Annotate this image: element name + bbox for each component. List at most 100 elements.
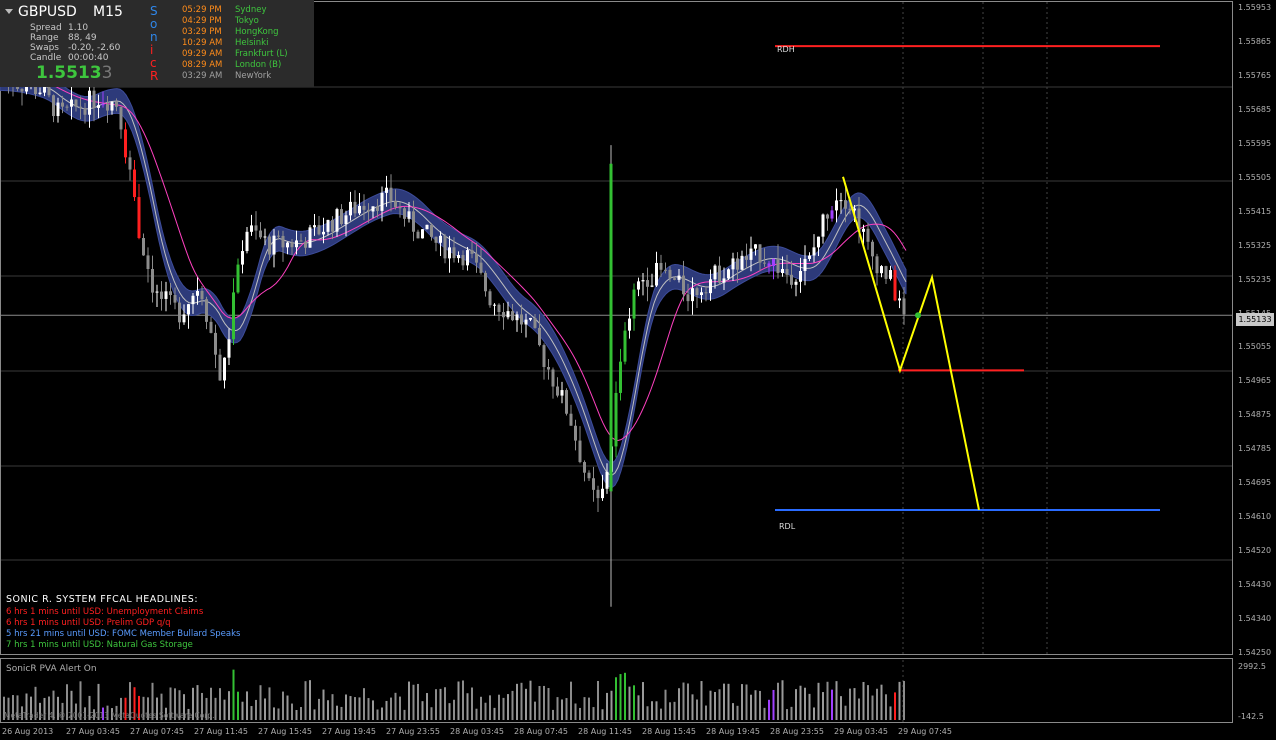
pva-indicator-title: SonicR PVA Alert On (6, 664, 97, 674)
candle-body (101, 104, 105, 106)
candle-body (200, 290, 204, 300)
time-tick-label: 28 Aug 07:45 (514, 727, 568, 736)
candle-body (587, 472, 591, 479)
candle-body (542, 345, 546, 368)
candle-body (142, 238, 145, 256)
headline-item: 6 hrs 1 mins until USD: Prelim GDP q/q (6, 618, 171, 628)
candle-body (277, 235, 280, 237)
candle-body (745, 255, 748, 260)
sonic-letter: o (150, 17, 158, 31)
headline-item: 7 hrs 1 mins until USD: Natural Gas Stor… (6, 640, 193, 650)
candle-body (110, 101, 114, 111)
candle-body (677, 275, 681, 280)
candle-body (124, 129, 127, 158)
candle-body (20, 88, 24, 92)
price-tick-label: 1.54965 (1238, 376, 1272, 386)
candle-body (250, 225, 253, 232)
price-tick-label: 1.54340 (1238, 614, 1272, 624)
candle-body (394, 201, 397, 208)
time-tick-label: 26 Aug 2013 (2, 727, 54, 736)
candle-body (281, 235, 285, 248)
price-main: 1.5513 (36, 63, 102, 83)
session-city: HongKong (235, 27, 279, 37)
candle-body (668, 269, 672, 279)
candle-body (862, 228, 865, 232)
candle-body (290, 242, 294, 248)
candle-body (511, 311, 514, 321)
candle-body (412, 211, 415, 232)
candle-body (605, 471, 609, 489)
candle-body (785, 269, 789, 275)
candle-body (74, 99, 78, 107)
price-tick-label: 1.55325 (1238, 240, 1272, 250)
candle-body (313, 225, 316, 228)
candle-body (547, 367, 550, 370)
candle-body (578, 440, 582, 463)
candle-body (466, 250, 469, 266)
candle-body (713, 265, 717, 280)
session-city: Sydney (235, 5, 267, 15)
candle-body (56, 102, 60, 117)
candle-body (533, 317, 537, 328)
symbol-info-panel: GBPUSD M15 Spread 1.10 Range 88, 49 Swaps -0.… (0, 0, 314, 87)
candle-body (232, 292, 235, 340)
sonic-letter: c (150, 56, 157, 70)
candle-body (880, 266, 883, 274)
time-tick-label: 28 Aug 23:55 (770, 727, 824, 736)
price-tick-label: 1.55235 (1238, 274, 1272, 284)
candle-body (637, 281, 640, 290)
rdl-label: RDL (779, 522, 796, 531)
time-tick-label: 27 Aug 11:45 (194, 727, 248, 736)
candle-body (700, 292, 703, 296)
price-tick-label: 1.54610 (1238, 512, 1272, 522)
session-time: 03:29 AM (182, 71, 223, 81)
price-tick-label: 1.54430 (1238, 580, 1272, 590)
session-time: 09:29 AM (182, 49, 223, 59)
candle-body (821, 214, 825, 237)
candle-body (236, 264, 240, 293)
stat-value: 88, 49 (68, 33, 97, 43)
candle-body (191, 295, 195, 305)
candle-body (146, 255, 150, 269)
price-tick-label: 1.55595 (1238, 138, 1272, 148)
candle-body (43, 86, 46, 93)
time-tick-label: 27 Aug 19:45 (322, 727, 376, 736)
candle-body (898, 298, 901, 301)
time-tick-label: 27 Aug 07:45 (130, 727, 184, 736)
candle-body (556, 386, 559, 396)
candle-body (470, 250, 474, 254)
candle-body (79, 106, 82, 109)
candle-body (317, 225, 321, 235)
candle-body (529, 317, 532, 320)
candle-body (740, 255, 744, 270)
candle-body (151, 268, 154, 293)
session-time: 10:29 AM (182, 38, 223, 48)
candle-body (538, 327, 541, 346)
price-tick-label: 1.54520 (1238, 546, 1272, 556)
candle-body (241, 251, 244, 265)
candle-body (160, 291, 163, 299)
chevron-down-icon[interactable] (5, 9, 13, 14)
candle-body (628, 318, 631, 331)
candle-body (133, 169, 136, 198)
candle-body (502, 312, 505, 318)
candle-body (884, 266, 888, 279)
price-tick-label: 1.54695 (1238, 478, 1272, 488)
candle-body (47, 86, 51, 96)
candle-body (371, 206, 375, 212)
price-tick-label: 1.55953 (1238, 3, 1272, 12)
candle-body (434, 236, 438, 243)
candle-body (403, 208, 406, 219)
candle-body (182, 314, 186, 323)
candle-body (169, 291, 172, 296)
candle-body (871, 241, 874, 257)
candle-body (817, 236, 820, 248)
candle-body (565, 390, 568, 414)
chart-window[interactable]: GBPUSD M15 Spread 1.10 Range 88, 49 Swaps -0.… (0, 0, 1276, 740)
rdh-label: RDH (777, 45, 795, 54)
candle-body (263, 236, 267, 238)
candle-body (362, 205, 366, 210)
candle-body (416, 231, 420, 239)
candle-body (178, 302, 181, 323)
candle-body (137, 197, 141, 239)
